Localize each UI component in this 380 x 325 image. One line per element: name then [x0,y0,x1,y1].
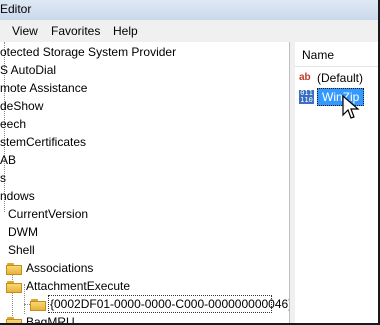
tree-line [24,284,25,314]
open-folder-icon [30,299,46,311]
tree-item[interactable]: DWM [8,223,38,241]
tree-item-associations[interactable]: Associations [26,259,93,277]
tree-item[interactable]: CurrentVersion [8,205,88,223]
registry-editor-window: Editor View Favorites Help otected Stora… [0,0,380,325]
menu-favorites[interactable]: Favorites [51,24,100,38]
folder-icon [6,317,22,323]
tree-item-attachmentexecute[interactable]: AttachmentExecute [26,277,130,295]
tree-item[interactable]: S AutoDial [0,61,56,79]
value-name: (Default) [317,71,364,85]
tree-item[interactable]: mote Assistance [0,79,87,97]
folder-icon [6,263,22,275]
string-value-icon: ab [299,72,311,83]
menu-bar: View Favorites Help [0,20,378,43]
menu-help[interactable]: Help [113,24,138,38]
title-bar: Editor [0,0,378,20]
column-header-label: Name [302,48,335,62]
tree-item[interactable]: s [0,169,6,187]
tree-item-selected-key[interactable]: {0002DF01-0000-0000-C000-000000000046} [50,295,289,313]
values-pane: Name ab (Default) 011 110 WinZip [295,42,378,323]
column-header-name[interactable]: Name [295,42,378,67]
tree-item[interactable]: AB [0,151,16,169]
tree-item-bagmru[interactable]: BagMRU [26,313,75,323]
tree-item[interactable]: Shell [8,241,35,259]
tree-item[interactable]: deShow [0,97,43,115]
tree-item[interactable]: stemCertificates [0,133,86,151]
binary-value-icon: 011 110 [299,89,314,104]
menu-view[interactable]: View [12,24,38,38]
mouse-cursor-icon [342,95,360,119]
open-folder-icon [6,281,22,293]
registry-key-tree: otected Storage System Provider S AutoDi… [0,42,289,323]
tree-item[interactable]: eech [0,115,26,133]
tree-item[interactable]: otected Storage System Provider [0,43,176,61]
tree-item[interactable]: ndows [0,187,35,205]
window-title: Editor [0,2,32,16]
